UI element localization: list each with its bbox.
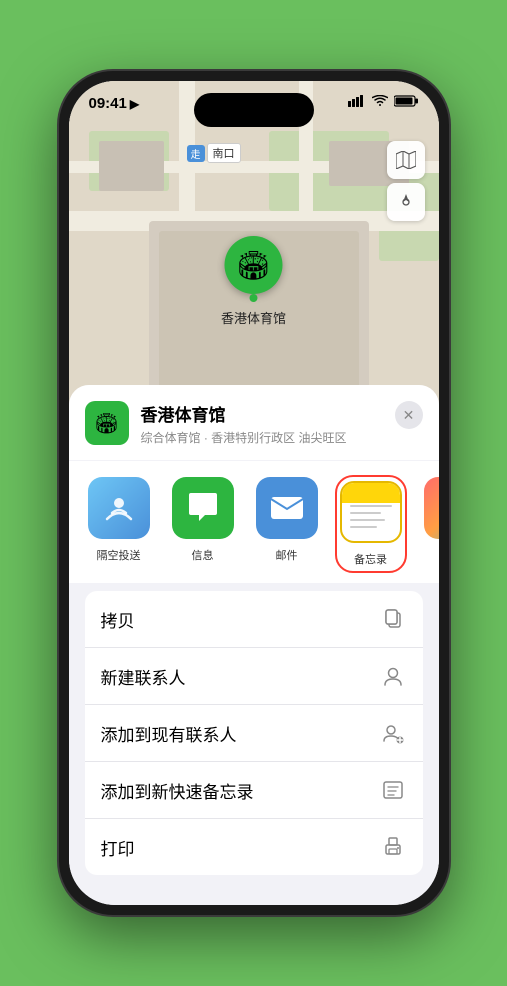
entrance-text: 南口 (207, 143, 241, 163)
close-label: ✕ (403, 407, 415, 424)
pin-circle: 🏟 (224, 236, 282, 294)
map-type-button[interactable] (387, 141, 425, 179)
battery-icon (394, 95, 419, 107)
action-item-copy[interactable]: 拷贝 (85, 591, 423, 648)
notes-label: 备忘录 (354, 551, 387, 567)
quick-note-label: 添加到新快速备忘录 (101, 778, 254, 803)
messages-label: 信息 (192, 547, 214, 563)
venue-name: 香港体育馆 (141, 401, 423, 426)
signal-icon (348, 95, 366, 107)
airdrop-icon-wrap (88, 477, 150, 539)
action-item-new-contact[interactable]: 新建联系人 (85, 648, 423, 705)
status-icons (348, 95, 419, 107)
map-type-icon (396, 151, 416, 169)
map-entrance-label: 走 南口 (187, 143, 241, 163)
more-icon-wrap (424, 477, 439, 539)
add-existing-icon (379, 719, 407, 747)
share-item-more[interactable]: 提 (421, 477, 439, 571)
print-icon (379, 833, 407, 861)
action-item-print[interactable]: 打印 (85, 819, 423, 875)
close-button[interactable]: ✕ (395, 401, 423, 429)
status-time: 09:41 ▶ (89, 95, 140, 112)
action-item-add-existing[interactable]: 添加到现有联系人 (85, 705, 423, 762)
time-label: 09:41 (89, 95, 127, 112)
mail-icon-wrap (256, 477, 318, 539)
phone-screen: 09:41 ▶ (69, 81, 439, 905)
messages-icon (185, 491, 221, 525)
wifi-icon (372, 95, 388, 107)
action-list: 拷贝 新建联系人 (85, 591, 423, 875)
notes-icon-wrap (340, 481, 402, 543)
bottom-sheet: 🏟 香港体育馆 综合体育馆 · 香港特别行政区 油尖旺区 ✕ (69, 385, 439, 905)
map-controls (387, 141, 425, 225)
new-contact-label: 新建联系人 (101, 664, 186, 689)
messages-icon-wrap (172, 477, 234, 539)
airdrop-icon (102, 491, 136, 525)
location-button[interactable] (387, 183, 425, 221)
entrance-badge: 走 (187, 145, 205, 162)
venue-icon: 🏟 (85, 401, 129, 445)
dynamic-island (194, 93, 314, 127)
airdrop-label: 隔空投送 (97, 547, 141, 563)
mail-label: 邮件 (276, 547, 298, 563)
mail-icon (269, 493, 305, 523)
navigation-icon: ▶ (130, 97, 139, 111)
share-item-notes[interactable]: 备忘录 (337, 477, 405, 571)
copy-label: 拷贝 (101, 607, 135, 632)
venue-pin: 🏟 香港体育馆 (221, 236, 286, 327)
venue-description: 综合体育馆 · 香港特别行政区 油尖旺区 (141, 429, 423, 446)
share-item-mail[interactable]: 邮件 (253, 477, 321, 571)
pin-emoji: 🏟 (236, 249, 272, 282)
phone-shell: 09:41 ▶ (59, 71, 449, 915)
share-row: 隔空投送 信息 (69, 461, 439, 583)
add-existing-label: 添加到现有联系人 (101, 721, 237, 746)
quick-note-icon (379, 776, 407, 804)
venue-info: 香港体育馆 综合体育馆 · 香港特别行政区 油尖旺区 (141, 401, 423, 446)
share-item-airdrop[interactable]: 隔空投送 (85, 477, 153, 571)
action-item-quick-note[interactable]: 添加到新快速备忘录 (85, 762, 423, 819)
new-contact-icon (379, 662, 407, 690)
location-icon (397, 193, 415, 211)
pin-label: 香港体育馆 (221, 308, 286, 327)
print-label: 打印 (101, 835, 135, 860)
copy-icon (379, 605, 407, 633)
share-item-messages[interactable]: 信息 (169, 477, 237, 571)
venue-header: 🏟 香港体育馆 综合体育馆 · 香港特别行政区 油尖旺区 ✕ (69, 385, 439, 460)
